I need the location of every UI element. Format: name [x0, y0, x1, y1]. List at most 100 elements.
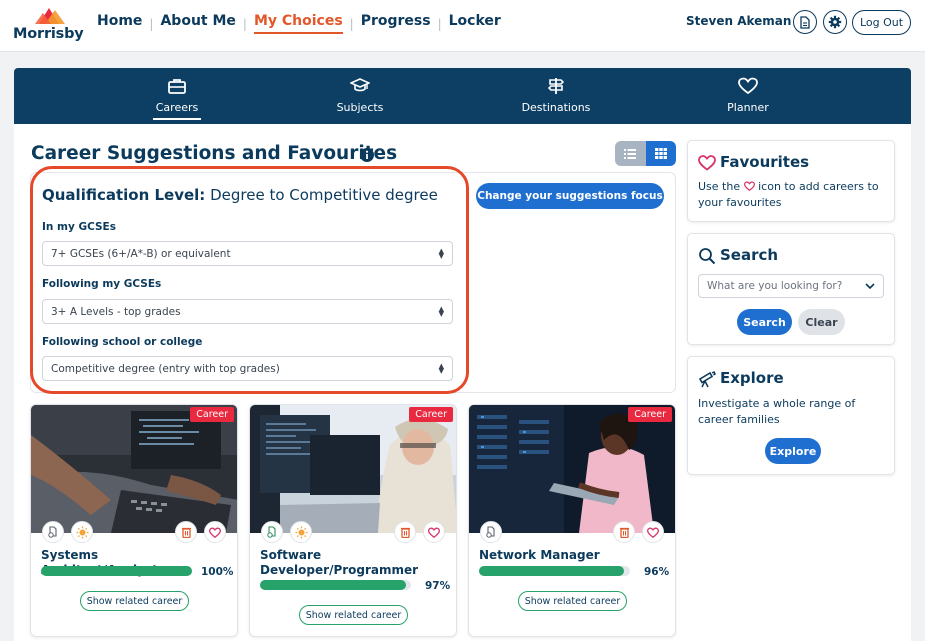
explore-title: Explore: [720, 369, 784, 387]
show-related-button[interactable]: Show related career: [299, 605, 408, 625]
favourite-button[interactable]: [423, 521, 445, 543]
nav-home[interactable]: Home: [97, 13, 142, 34]
remove-career-button[interactable]: [175, 521, 197, 543]
career-card[interactable]: Career Network Manager 96% Show related …: [468, 404, 676, 637]
nav-about-me[interactable]: About Me: [160, 13, 235, 34]
search-title: Search: [720, 246, 779, 264]
career-name[interactable]: Network Manager: [479, 548, 649, 563]
select-arrows-icon: ▲ ▼: [438, 305, 444, 318]
document-refresh-icon: [486, 526, 495, 538]
favourite-button[interactable]: [204, 521, 226, 543]
match-percent: 96%: [644, 566, 670, 578]
interest-badge: [290, 521, 312, 543]
qualification-badge: [42, 521, 64, 543]
career-image: [31, 405, 237, 533]
telescope-icon: [698, 370, 716, 388]
explore-text: Investigate a whole range of career fami…: [698, 397, 856, 426]
gcse-select[interactable]: 7+ GCSEs (6+/A*-B) or equivalent ▲ ▼: [42, 241, 453, 266]
nav-my-choices[interactable]: My Choices: [253, 13, 343, 34]
match-bar-fill: [260, 580, 407, 590]
tab-destinations[interactable]: Destinations: [496, 68, 616, 124]
sun-icon: [76, 526, 88, 538]
career-name[interactable]: Software Developer/Programmer: [260, 548, 430, 578]
gear-icon: [828, 15, 842, 29]
after-school-select[interactable]: Competitive degree (entry with top grade…: [42, 356, 453, 381]
career-card[interactable]: Career Software Developer/Programmer 97%…: [249, 404, 457, 637]
tab-planner[interactable]: Planner: [688, 68, 808, 124]
career-tag: Career: [190, 407, 234, 422]
favourite-button[interactable]: [642, 521, 664, 543]
page-title: Career Suggestions and Favourites: [31, 143, 398, 164]
career-tag: Career: [628, 407, 672, 422]
qualification-badge: [480, 521, 502, 543]
grid-icon: [654, 148, 667, 159]
clear-button[interactable]: Clear: [798, 309, 845, 335]
signpost-icon: [547, 78, 565, 94]
tab-planner-label: Planner: [727, 101, 769, 114]
qualification-value: Degree to Competitive degree: [210, 186, 438, 204]
main-nav: Home | About Me | My Choices | Progress …: [97, 13, 501, 34]
search-panel: Search What are you looking for? Search …: [687, 233, 895, 345]
settings-button[interactable]: [823, 10, 847, 34]
after-school-label: Following school or college: [42, 336, 203, 348]
search-button[interactable]: Search: [737, 309, 792, 335]
explore-panel: Explore Investigate a whole range of car…: [687, 356, 895, 475]
match-bar: [479, 566, 630, 576]
remove-career-button[interactable]: [394, 521, 416, 543]
tab-destinations-label: Destinations: [521, 101, 591, 114]
documents-button[interactable]: [793, 10, 817, 34]
tab-careers-label: Careers: [155, 101, 199, 114]
logout-button[interactable]: Log Out: [852, 10, 911, 35]
nav-separator: |: [349, 16, 354, 31]
list-icon: [624, 148, 637, 159]
heart-icon: [738, 77, 758, 95]
active-tab-indicator: [153, 118, 201, 120]
career-image: [469, 405, 675, 533]
logo-text: Morrisby: [13, 26, 84, 42]
user-name: Steven Akeman: [686, 14, 792, 28]
after-school-select-value: Competitive degree (entry with top grade…: [51, 362, 280, 375]
qualification-label: Qualification Level:: [42, 186, 206, 204]
explore-button[interactable]: Explore: [765, 438, 821, 464]
tab-subjects[interactable]: Subjects: [300, 68, 420, 124]
gcse-label: In my GCSEs: [42, 221, 116, 233]
qualification-badge: [261, 521, 283, 543]
heart-icon: [743, 181, 755, 192]
select-arrows-icon: ▲ ▼: [438, 362, 444, 375]
career-card[interactable]: Career Systems Architect/Analyst 100% Sh…: [30, 404, 238, 637]
match-percent: 100%: [201, 566, 234, 578]
trash-icon: [619, 527, 629, 538]
search-placeholder: What are you looking for?: [707, 280, 843, 292]
career-image: [250, 405, 456, 533]
match-bar-fill: [479, 566, 624, 576]
match-bar: [260, 580, 411, 590]
post-gcse-select[interactable]: 3+ A Levels - top grades ▲ ▼: [42, 299, 453, 324]
morrisby-logo[interactable]: Morrisby: [13, 4, 84, 44]
tab-subjects-label: Subjects: [336, 101, 384, 114]
heart-icon: [428, 526, 440, 538]
nav-separator: |: [149, 16, 154, 31]
select-arrows-icon: ▲ ▼: [438, 247, 444, 260]
show-related-button[interactable]: Show related career: [80, 591, 189, 611]
search-input[interactable]: What are you looking for?: [698, 274, 884, 298]
search-icon: [699, 248, 716, 265]
list-view-button[interactable]: [615, 141, 646, 166]
document-refresh-icon: [48, 526, 57, 538]
section-nav: Careers Subjects Destinations Planner: [14, 68, 911, 124]
nav-separator: |: [242, 16, 247, 31]
info-icon[interactable]: [360, 148, 374, 162]
nav-progress[interactable]: Progress: [361, 13, 431, 34]
career-tag: Career: [409, 407, 453, 422]
show-related-button[interactable]: Show related career: [518, 591, 627, 611]
document-refresh-icon: [267, 526, 276, 538]
post-gcse-select-value: 3+ A Levels - top grades: [51, 305, 181, 318]
nav-locker[interactable]: Locker: [449, 13, 501, 34]
view-toggle: [615, 141, 676, 166]
favourites-text: Use the icon to add careers to your favo…: [698, 179, 888, 211]
remove-career-button[interactable]: [613, 521, 635, 543]
change-focus-button[interactable]: Change your suggestions focus: [476, 183, 664, 209]
top-bar: Morrisby Home | About Me | My Choices | …: [0, 0, 925, 52]
favourites-panel: Favourites Use the icon to add careers t…: [687, 140, 895, 222]
grid-view-button[interactable]: [645, 141, 676, 166]
tab-careers[interactable]: Careers: [117, 68, 237, 124]
